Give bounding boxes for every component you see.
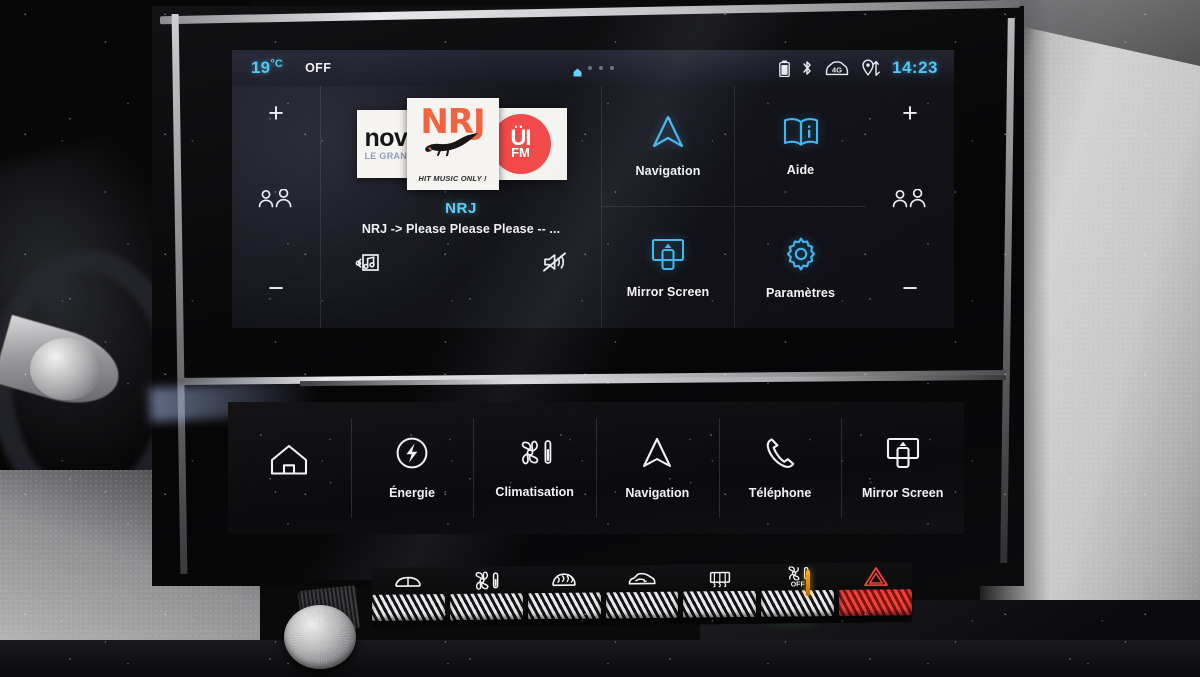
hazard-indicator-led xyxy=(806,569,810,597)
button-pad[interactable] xyxy=(449,593,523,621)
phone-handset-icon xyxy=(763,436,797,475)
button-pad[interactable] xyxy=(372,594,445,621)
button-pad[interactable] xyxy=(527,592,601,620)
dashboard-bottom-edge xyxy=(0,640,1200,677)
button-pad[interactable] xyxy=(605,591,679,619)
button-pad[interactable] xyxy=(683,590,757,618)
toolbar-label: Climatisation xyxy=(495,485,574,499)
toolbar-item-energie[interactable]: Énergie xyxy=(350,402,474,534)
fan-thermometer-icon xyxy=(471,567,501,593)
hazard-triangle-icon xyxy=(863,563,889,589)
fan-thermometer-icon xyxy=(515,437,555,474)
toolbar-item-climatisation[interactable]: Climatisation xyxy=(473,402,596,534)
toolbar-label: Énergie xyxy=(389,486,435,500)
toolbar-label: Téléphone xyxy=(748,486,812,500)
physical-button-climate-off[interactable]: OFF xyxy=(761,564,835,623)
knob-texture xyxy=(290,611,350,663)
lower-toolbar-screen[interactable]: Énergie Climatisation Navigation Télépho… xyxy=(228,402,964,534)
screen-mirror-icon xyxy=(882,436,924,475)
car-windshield-icon xyxy=(394,568,422,594)
kangaroo-icon xyxy=(422,130,484,161)
button-pad[interactable] xyxy=(761,589,835,617)
physical-buttons: OFF xyxy=(372,563,913,627)
toolbar-item-navigation[interactable]: Navigation xyxy=(596,402,719,534)
navigation-arrow-icon xyxy=(638,436,676,475)
rear-defrost-icon xyxy=(707,565,733,591)
physical-button-windshield-demist[interactable] xyxy=(372,568,445,627)
toolbar-label: Navigation xyxy=(625,486,690,500)
toolbar-item-telephone[interactable]: Téléphone xyxy=(718,402,842,534)
air-recirculation-icon xyxy=(627,566,657,592)
physical-button-rear-defrost[interactable] xyxy=(683,565,757,624)
volume-knob[interactable] xyxy=(284,605,356,669)
home-icon xyxy=(268,442,310,483)
button-pad[interactable] xyxy=(839,589,913,616)
nrj-tagline: HIT MUSIC ONLY ! xyxy=(418,174,487,183)
nrj-logo-mark: NRJ xyxy=(416,103,490,161)
energy-bolt-icon xyxy=(395,436,429,475)
climate-off-label: OFF xyxy=(790,581,805,589)
toolbar-label: Mirror Screen xyxy=(862,486,944,500)
front-defrost-icon xyxy=(550,567,578,593)
station-logo-nrj[interactable]: NRJ HIT MUSIC ONLY ! xyxy=(406,98,499,190)
physical-button-climate-fan[interactable] xyxy=(449,567,523,626)
toolbar-item-mirror-screen[interactable]: Mirror Screen xyxy=(841,402,964,534)
lower-toolbar: Énergie Climatisation Navigation Télépho… xyxy=(228,402,964,534)
toolbar-item-home[interactable] xyxy=(228,402,351,534)
dashboard-scene: 19°C OFF xyxy=(0,0,1200,677)
physical-button-front-defrost[interactable] xyxy=(527,566,601,625)
physical-button-air-recirculation[interactable] xyxy=(605,566,679,625)
steering-column-stalk-tip xyxy=(30,338,102,400)
physical-button-hazard-lights[interactable] xyxy=(839,563,913,622)
